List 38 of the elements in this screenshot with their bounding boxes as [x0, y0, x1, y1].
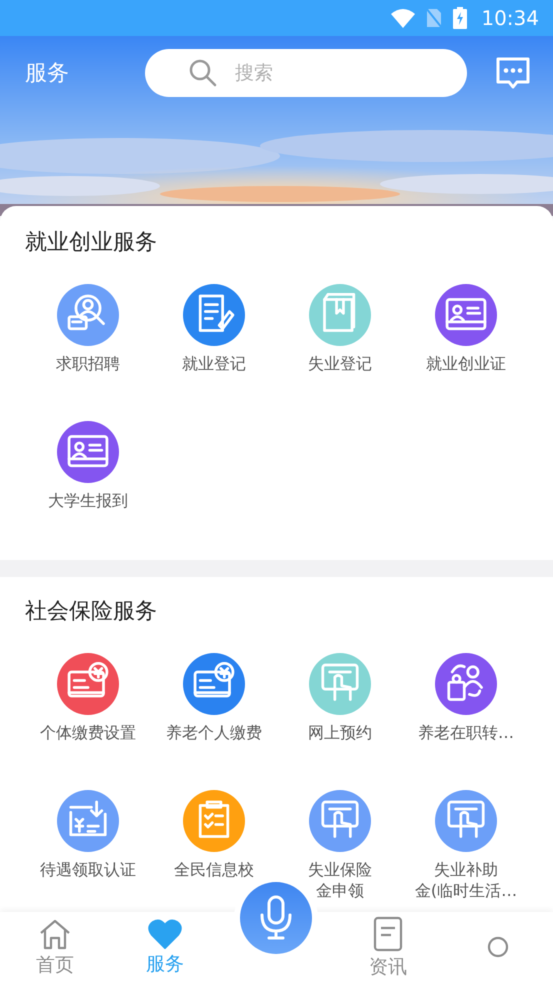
clock-text: 10:34: [481, 6, 539, 30]
service-label[interactable]: 失业补助金(临时生活…: [414, 859, 518, 901]
section-title: 就业创业服务: [25, 229, 158, 257]
battery-icon: [453, 7, 468, 29]
service-icon[interactable]: [435, 790, 497, 852]
service-label[interactable]: 失业保险金申领: [308, 859, 372, 901]
wifi-icon: [391, 8, 416, 28]
service-icon[interactable]: [183, 653, 245, 715]
service-icon[interactable]: [57, 790, 119, 852]
no-sim-icon: [425, 7, 444, 29]
service-label[interactable]: 就业创业证: [426, 353, 506, 374]
search-icon: [189, 59, 217, 87]
service-icon[interactable]: [183, 284, 245, 346]
search-field[interactable]: 搜索: [145, 49, 467, 97]
page-title: 服务: [25, 60, 70, 88]
document-icon: [373, 916, 403, 952]
service-icon[interactable]: [309, 790, 371, 852]
service-icon[interactable]: [57, 284, 119, 346]
message-icon[interactable]: [495, 55, 531, 91]
service-label[interactable]: 网上预约: [308, 722, 372, 743]
service-label[interactable]: 待遇领取认证: [40, 859, 136, 880]
service-label[interactable]: 大学生报到: [48, 490, 128, 511]
section-title: 社会保险服务: [25, 598, 158, 626]
service-label[interactable]: 养老在职转…: [418, 722, 514, 743]
service-label[interactable]: 全民信息校: [174, 859, 254, 880]
service-icon[interactable]: [57, 653, 119, 715]
service-icon[interactable]: [183, 790, 245, 852]
service-icon[interactable]: [435, 653, 497, 715]
service-label[interactable]: 个体缴费设置: [40, 722, 136, 743]
service-label[interactable]: 养老个人缴费: [166, 722, 262, 743]
service-label[interactable]: 就业登记: [182, 353, 246, 374]
heart-icon: [148, 918, 182, 948]
service-label[interactable]: 失业登记: [308, 353, 372, 374]
service-icon[interactable]: [57, 421, 119, 483]
service-icon[interactable]: [435, 284, 497, 346]
service-label[interactable]: 求职招聘: [56, 353, 120, 374]
microphone-icon: [259, 895, 293, 941]
home-icon: [38, 918, 72, 950]
